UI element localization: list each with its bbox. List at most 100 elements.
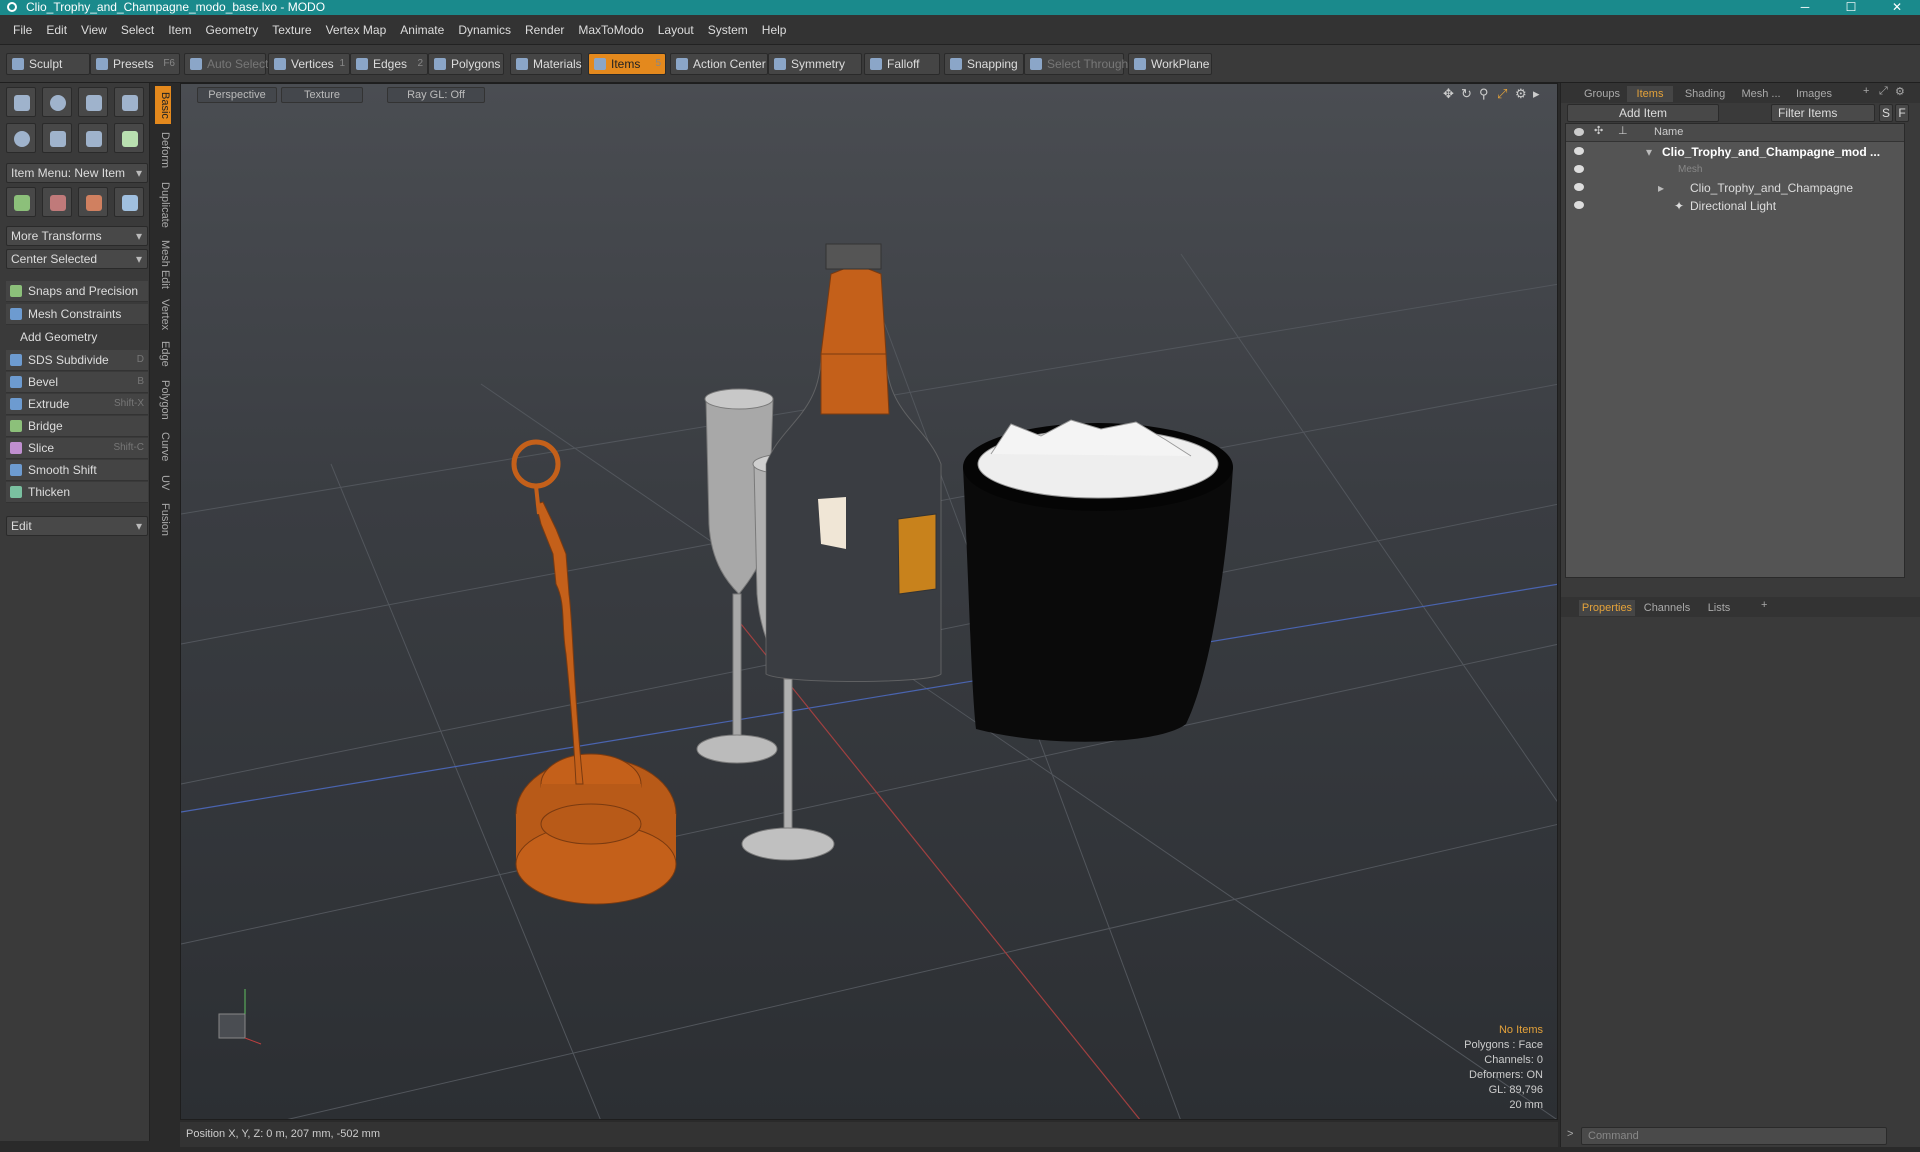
visibility-eye-icon[interactable] [1574, 147, 1584, 155]
cylinder-primitive-button[interactable] [78, 87, 108, 117]
collapse-arrow-icon[interactable]: ▾ [1646, 143, 1652, 161]
tab-duplicate[interactable]: Duplicate [155, 178, 171, 232]
menu-vertex-map[interactable]: Vertex Map [319, 23, 394, 37]
tab-properties[interactable]: Properties [1579, 600, 1635, 616]
filter-s-button[interactable]: S [1879, 104, 1893, 122]
select-through-button[interactable]: Select Through [1024, 53, 1128, 75]
tab-mesh[interactable]: Mesh ... [1733, 86, 1789, 102]
menu-help[interactable]: Help [755, 23, 794, 37]
visibility-eye-icon[interactable] [1574, 165, 1584, 173]
thicken-button[interactable]: Thicken [6, 482, 148, 503]
polygons-button[interactable]: Polygons [428, 53, 504, 75]
menu-layout[interactable]: Layout [651, 23, 701, 37]
menu-dynamics[interactable]: Dynamics [451, 23, 518, 37]
presets-button[interactable]: Presets F6 [90, 53, 180, 75]
tab-mesh-edit[interactable]: Mesh Edit [155, 238, 171, 290]
materials-icon [516, 58, 528, 70]
left-tool-panel: Item Menu: New Item More Transforms Cent… [0, 83, 150, 1141]
sphere-primitive-button[interactable] [42, 87, 72, 117]
menu-render[interactable]: Render [518, 23, 571, 37]
close-button[interactable]: ✕ [1874, 0, 1920, 15]
scale-tool-button[interactable] [78, 187, 108, 217]
cone-primitive-button[interactable] [114, 87, 144, 117]
smooth-shift-button[interactable]: Smooth Shift [6, 460, 148, 481]
torus-primitive-button[interactable] [6, 123, 36, 153]
capsule-primitive-button[interactable] [42, 123, 72, 153]
menu-edit[interactable]: Edit [39, 23, 74, 37]
materials-button[interactable]: Materials [510, 53, 582, 75]
tab-lists[interactable]: Lists [1699, 600, 1739, 616]
panel-settings-icon[interactable]: ⚙ [1895, 85, 1905, 98]
move-tool-button[interactable] [6, 187, 36, 217]
tab-curve[interactable]: Curve [155, 428, 171, 466]
menu-maxtomodo[interactable]: MaxToModo [571, 23, 650, 37]
menu-view[interactable]: View [74, 23, 114, 37]
snaps-precision-button[interactable]: Snaps and Precision [6, 281, 148, 302]
extrude-button[interactable]: Extrude Shift-X [6, 394, 148, 415]
menu-select[interactable]: Select [114, 23, 161, 37]
tree-row-group[interactable]: ▸ Clio_Trophy_and_Champagne [1566, 179, 1904, 197]
sds-subdivide-button[interactable]: SDS Subdivide D [6, 350, 148, 371]
tree-row-light[interactable]: ✦ Directional Light [1566, 197, 1904, 215]
workplane-button[interactable]: WorkPlane [1128, 53, 1212, 75]
auto-select-button[interactable]: Auto Select [184, 53, 268, 75]
rotate-icon [50, 195, 66, 211]
tree-row-mesh[interactable]: Mesh [1566, 161, 1904, 179]
action-center-button[interactable]: Action Center [670, 53, 768, 75]
tab-edge[interactable]: Edge [155, 338, 171, 370]
lock-column-icon: ✣ [1594, 125, 1604, 137]
menu-animate[interactable]: Animate [393, 23, 451, 37]
edges-button[interactable]: Edges 2 [350, 53, 428, 75]
cube-primitive-button[interactable] [6, 87, 36, 117]
tab-basic[interactable]: Basic [155, 86, 171, 124]
menu-geometry[interactable]: Geometry [199, 23, 266, 37]
item-menu-dropdown[interactable]: Item Menu: New Item [6, 163, 148, 183]
tab-vertex[interactable]: Vertex [155, 296, 171, 334]
text-tool-button[interactable] [114, 123, 144, 153]
tab-items[interactable]: Items [1627, 86, 1673, 102]
vertices-button[interactable]: Vertices 1 [268, 53, 350, 75]
add-item-button[interactable]: Add Item [1567, 104, 1719, 122]
expand-arrow-icon[interactable]: ▸ [1658, 179, 1664, 197]
transform-tool-button[interactable] [114, 187, 144, 217]
3d-viewport[interactable]: Perspective Texture Ray GL: Off ✥ ↻ ⚲ ⤢ … [180, 83, 1558, 1120]
visibility-eye-icon[interactable] [1574, 201, 1584, 209]
sculpt-button[interactable]: Sculpt [6, 53, 90, 75]
pen-tool-button[interactable] [78, 123, 108, 153]
mesh-constraints-button[interactable]: Mesh Constraints [6, 304, 148, 325]
bridge-button[interactable]: Bridge [6, 416, 148, 437]
filter-f-button[interactable]: F [1895, 104, 1909, 122]
menu-item[interactable]: Item [161, 23, 198, 37]
falloff-button[interactable]: Falloff [864, 53, 940, 75]
tree-row-scene[interactable]: ▾ Clio_Trophy_and_Champagne_mod ... [1566, 143, 1904, 161]
rotate-tool-button[interactable] [42, 187, 72, 217]
tab-channels[interactable]: Channels [1639, 600, 1695, 616]
tab-uv[interactable]: UV [155, 472, 171, 494]
maximize-button[interactable]: ☐ [1828, 0, 1874, 15]
tab-fusion[interactable]: Fusion [155, 500, 171, 540]
tab-groups[interactable]: Groups [1579, 86, 1625, 102]
add-tab-icon[interactable]: + [1863, 85, 1869, 97]
edit-dropdown[interactable]: Edit [6, 516, 148, 536]
bevel-button[interactable]: Bevel B [6, 372, 148, 393]
add-tab-icon[interactable]: + [1761, 599, 1767, 611]
expand-icon[interactable]: ⤢ [1879, 85, 1888, 98]
command-input[interactable]: Command [1581, 1127, 1887, 1145]
menu-file[interactable]: File [6, 23, 39, 37]
add-geometry-section[interactable]: Add Geometry [6, 328, 148, 346]
slice-button[interactable]: Slice Shift-C [6, 438, 148, 459]
items-button[interactable]: Items 5 [588, 53, 666, 75]
tab-images[interactable]: Images [1791, 86, 1837, 102]
visibility-eye-icon[interactable] [1574, 183, 1584, 191]
menu-system[interactable]: System [701, 23, 755, 37]
tab-deform[interactable]: Deform [155, 128, 171, 172]
minimize-button[interactable]: ─ [1782, 0, 1828, 15]
more-transforms-dropdown[interactable]: More Transforms [6, 226, 148, 246]
snapping-button[interactable]: Snapping [944, 53, 1024, 75]
symmetry-button[interactable]: Symmetry [768, 53, 862, 75]
menu-texture[interactable]: Texture [265, 23, 318, 37]
filter-items-input[interactable]: Filter Items [1771, 104, 1875, 122]
tab-polygon[interactable]: Polygon [155, 376, 171, 424]
center-selected-dropdown[interactable]: Center Selected [6, 249, 148, 269]
tab-shading[interactable]: Shading [1679, 86, 1731, 102]
